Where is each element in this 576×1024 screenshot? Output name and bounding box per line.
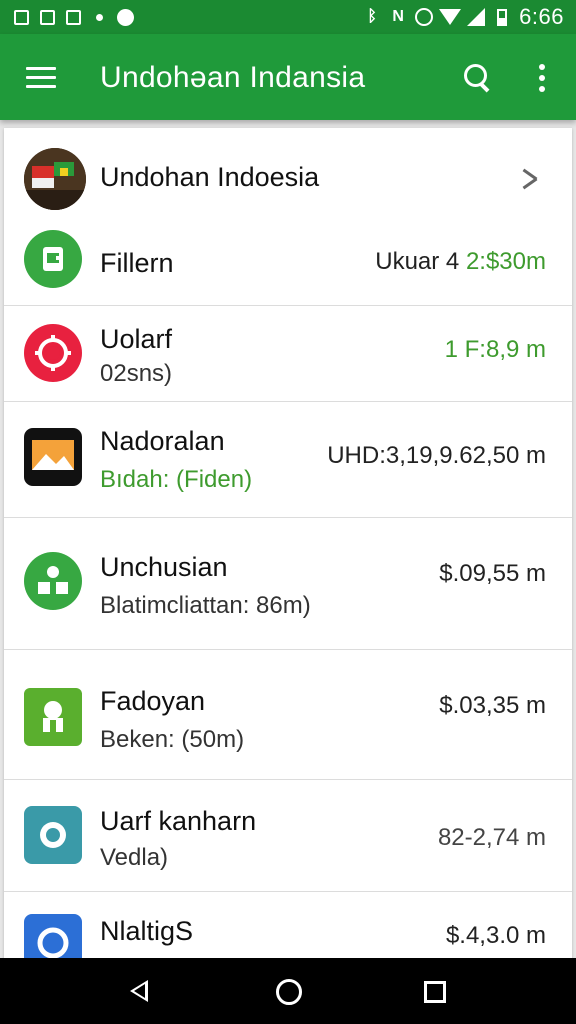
account-subtitle: 02sns) xyxy=(100,360,173,387)
person-icon xyxy=(24,688,82,746)
notification-icon xyxy=(64,8,82,26)
account-name: NlaltigS xyxy=(100,916,194,946)
alarm-clock-icon xyxy=(415,8,434,26)
home-icon[interactable] xyxy=(276,979,302,1005)
back-icon[interactable] xyxy=(130,980,148,1002)
wifi-icon xyxy=(439,8,462,26)
group-header[interactable]: Undohan Indoesia xyxy=(4,128,572,224)
bluetooth-icon: ᛒ xyxy=(367,8,377,25)
menu-icon[interactable] xyxy=(26,67,58,89)
gear-icon xyxy=(24,324,82,382)
account-subtitle: Bıdah: (Fiden) xyxy=(100,466,253,493)
sim-icon xyxy=(12,8,30,26)
camera-icon xyxy=(24,806,82,864)
more-vert-icon[interactable] xyxy=(536,62,548,94)
account-amount: Ukuar 4 2:$30m xyxy=(375,248,546,276)
alarm-icon xyxy=(116,8,134,26)
accounts-card: Undohan Indoesia Fillern Ukuar 4 2:$30m xyxy=(4,128,572,972)
account-subtitle: Vedla) xyxy=(100,844,169,871)
dot-icon xyxy=(90,8,108,26)
account-name: Unchusian xyxy=(100,552,228,582)
app-bar: Undohəan Indansia xyxy=(0,34,576,120)
account-subtitle: Beken: (50m) xyxy=(100,726,245,753)
group-title: Undohan Indoesia xyxy=(100,162,320,192)
photo-icon xyxy=(24,428,82,486)
account-amount: 82-2,74 m xyxy=(437,824,546,851)
status-time: 6:66 xyxy=(519,4,564,29)
list-item[interactable]: Fadoyan Beken: (50m) $.03,35 m xyxy=(4,650,572,780)
account-amount-value: 2:$30m xyxy=(465,248,546,275)
list-item[interactable]: Fillern Ukuar 4 2:$30m xyxy=(4,224,572,306)
account-amount: $.09,55 m xyxy=(439,560,546,587)
people-icon xyxy=(24,552,82,610)
account-name: Uolarf xyxy=(100,324,173,354)
status-bar: ᛒ N 6:66 xyxy=(0,0,576,34)
recents-icon[interactable] xyxy=(424,981,446,1003)
app-title: Undohəan Indansia xyxy=(100,61,366,94)
battery-icon xyxy=(493,8,511,26)
chevron-right-icon[interactable] xyxy=(520,168,542,190)
account-name: Uarf kanharn xyxy=(100,806,257,836)
nfc-icon: N xyxy=(392,8,404,25)
list-item[interactable]: Nadoralan Bıdah: (Fiden) UHD:3,19,9.62,5… xyxy=(4,402,572,518)
account-amount-prefix: Ukuar 4 xyxy=(375,248,466,275)
list-item[interactable]: Unchusian Blatimcliattan: 86m) $.09,55 m xyxy=(4,518,572,650)
list-item[interactable]: Uarf kanharn Vedla) 82-2,74 m xyxy=(4,780,572,892)
account-name: Fadoyan xyxy=(100,686,206,716)
account-amount: $.4,3.0 m xyxy=(445,922,546,949)
list-item[interactable]: Uolarf 02sns) 1 F:8,9 m xyxy=(4,306,572,402)
account-amount: 1 F:8,9 m xyxy=(444,336,546,363)
signal-icon xyxy=(467,8,486,26)
account-subtitle: Blatimcliattan: 86m) xyxy=(100,592,311,619)
bank-icon xyxy=(24,230,82,288)
account-amount: UHD:3,19,9.62,50 m xyxy=(327,442,546,469)
account-name: Nadoralan xyxy=(100,426,225,456)
flag-avatar-icon xyxy=(24,148,86,210)
sim-icon xyxy=(38,8,56,26)
search-icon[interactable] xyxy=(462,62,494,94)
navigation-bar xyxy=(0,958,576,1024)
account-name: Fillern xyxy=(100,248,174,278)
account-amount: $.03,35 m xyxy=(439,692,546,719)
